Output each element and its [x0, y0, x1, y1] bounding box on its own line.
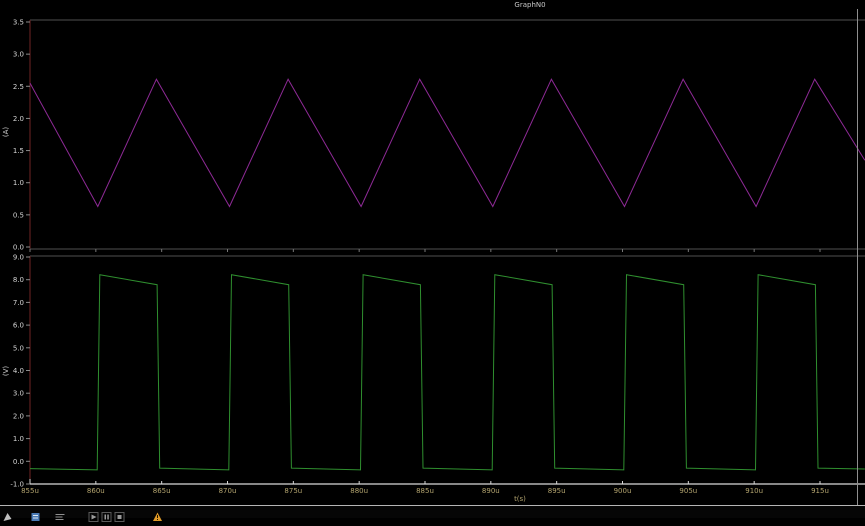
y-tick-label: 0.0: [13, 244, 24, 252]
switch-node-voltage-trace: [29, 274, 865, 471]
y-tick-label: 0.5: [13, 211, 24, 219]
y-tick-label: 3.0: [13, 51, 24, 59]
inductor-current-trace: [29, 78, 865, 208]
y-tick-label: 2.0: [13, 412, 24, 420]
play-button[interactable]: [88, 507, 99, 522]
y-axis-unit-label: (A): [2, 127, 10, 138]
y-axis-unit-label: (V): [2, 366, 10, 377]
x-tick-label: 865u: [153, 487, 171, 495]
y-tick-label: 9.0: [13, 254, 24, 262]
y-tick-label: 3.0: [13, 390, 24, 398]
y-tick-label: 1.0: [13, 179, 24, 187]
waveform-graph-area[interactable]: 3.53.02.52.01.51.00.50.0(A)855u 860u 865u 8…: [0, 0, 865, 505]
x-tick-label: 890u: [482, 487, 500, 495]
x-tick-label: 875u: [284, 487, 302, 495]
x-tick-label: 860u: [87, 487, 105, 495]
y-tick-label: 4.0: [13, 367, 24, 375]
y-tick-label: 2.5: [13, 83, 24, 91]
log-lines-icon[interactable]: [55, 507, 66, 520]
x-tick-label: 885u: [416, 487, 434, 495]
y-tick-label: 3.5: [13, 19, 24, 27]
x-tick-label: 895u: [548, 487, 566, 495]
x-tick-label: 905u: [679, 487, 697, 495]
y-tick-label: 8.0: [13, 276, 24, 284]
document-icon[interactable]: [30, 507, 41, 521]
y-tick-label: 0.0: [13, 458, 24, 466]
x-tick-label: 900u: [614, 487, 632, 495]
y-tick-label: 7.0: [13, 299, 24, 307]
y-tick-label: -1.0: [10, 481, 24, 489]
x-tick-label: 870u: [219, 487, 237, 495]
warning-icon[interactable]: [152, 507, 163, 521]
y-tick-label: 5.0: [13, 344, 24, 352]
x-tick-label: 910u: [745, 487, 763, 495]
y-tick-label: 6.0: [13, 322, 24, 330]
status-bar: [0, 505, 865, 522]
x-tick-label: 915u: [811, 487, 829, 495]
y-tick-label: 1.0: [13, 435, 24, 443]
x-tick-label: 880u: [350, 487, 368, 495]
y-tick-label: 1.5: [13, 147, 24, 155]
stop-button[interactable]: [114, 507, 125, 522]
pause-button[interactable]: [101, 507, 112, 522]
graph-window: GraphN0 3.5 3.0 2.5 2.0 1.5 1.0 0.5 0.0 (A) 855u 8…: [0, 0, 865, 522]
x-axis-label: t(s): [514, 495, 526, 503]
grip-icon[interactable]: [2, 507, 13, 521]
y-tick-label: 2.0: [13, 115, 24, 123]
